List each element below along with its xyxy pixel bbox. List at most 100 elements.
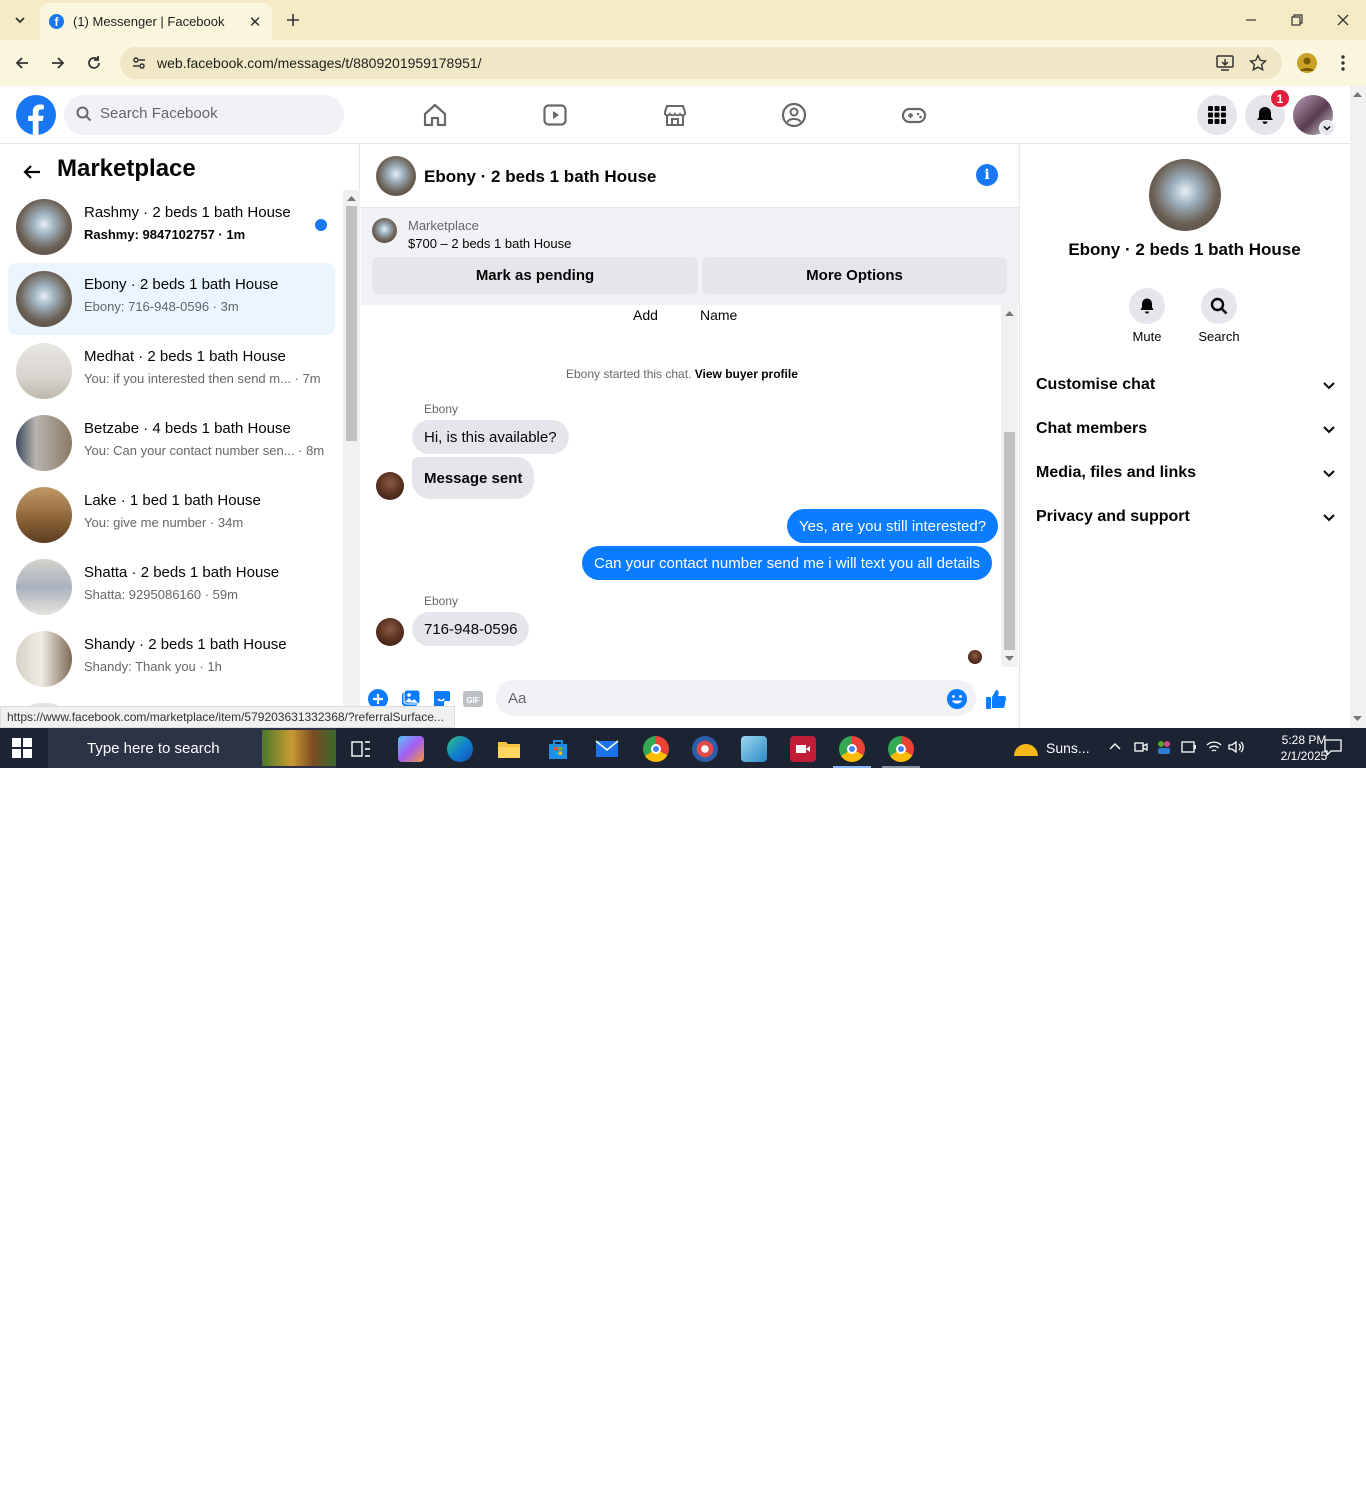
notepad-icon[interactable] bbox=[741, 736, 767, 762]
media-files-links-section[interactable]: Media, files and links bbox=[1036, 458, 1336, 488]
customise-chat-section[interactable]: Customise chat bbox=[1036, 370, 1336, 400]
scroll-up-arrow-icon[interactable] bbox=[1353, 91, 1362, 97]
bell-icon bbox=[1140, 298, 1154, 314]
scroll-up-arrow-icon[interactable] bbox=[1005, 310, 1014, 316]
scrollbar-thumb[interactable] bbox=[346, 206, 357, 441]
video-recorder-icon[interactable] bbox=[790, 736, 816, 762]
listing-thumbnail bbox=[16, 199, 72, 255]
view-buyer-profile-link[interactable]: View buyer profile bbox=[695, 367, 798, 381]
section-label: Customise chat bbox=[1036, 376, 1156, 393]
install-app-icon[interactable] bbox=[1216, 54, 1234, 72]
search-highlight-icon[interactable] bbox=[262, 730, 336, 766]
video-icon bbox=[543, 104, 567, 126]
nav-gaming-button[interactable] bbox=[899, 100, 929, 130]
facebook-logo-icon[interactable] bbox=[16, 95, 56, 135]
people-icon[interactable] bbox=[1156, 739, 1172, 755]
browser-tab[interactable]: f (1) Messenger | Facebook ✕ bbox=[40, 3, 272, 40]
nav-video-button[interactable] bbox=[540, 100, 570, 130]
scroll-down-arrow-icon[interactable] bbox=[1353, 716, 1362, 722]
conversation-item[interactable]: Rashmy · 2 beds 1 bath House Rashmy: 984… bbox=[8, 191, 335, 263]
site-info-icon[interactable] bbox=[131, 55, 147, 71]
weather-text[interactable]: Suns... bbox=[1046, 740, 1090, 756]
notification-center-icon[interactable] bbox=[1324, 738, 1342, 756]
chat-info-avatar[interactable] bbox=[1149, 159, 1221, 231]
conversation-item[interactable]: Shatta · 2 beds 1 bath House Shatta: 929… bbox=[8, 551, 335, 623]
volume-icon[interactable] bbox=[1228, 739, 1244, 755]
scroll-down-arrow-icon[interactable] bbox=[1005, 656, 1014, 662]
chevron-down-icon[interactable] bbox=[1319, 120, 1335, 136]
listing-price[interactable]: $700 – 2 beds 1 bath House bbox=[408, 236, 571, 251]
more-options-button[interactable]: More Options bbox=[702, 257, 1007, 294]
scrollbar-thumb[interactable] bbox=[1004, 432, 1015, 650]
sender-avatar[interactable] bbox=[376, 618, 404, 646]
minimize-button[interactable] bbox=[1228, 0, 1274, 40]
microsoft-store-icon[interactable] bbox=[545, 736, 571, 762]
plus-icon bbox=[287, 14, 299, 26]
sender-name: Ebony bbox=[424, 402, 459, 416]
message-bubble-incoming[interactable]: Hi, is this available? bbox=[412, 420, 569, 454]
weather-sun-icon[interactable] bbox=[1012, 736, 1040, 758]
mute-button[interactable] bbox=[1129, 288, 1165, 324]
task-view-icon[interactable] bbox=[348, 736, 374, 762]
name-label[interactable]: Name bbox=[700, 307, 737, 323]
search-in-conversation-button[interactable] bbox=[1201, 288, 1237, 324]
chrome-menu-icon[interactable] bbox=[1334, 54, 1352, 72]
add-label[interactable]: Add bbox=[633, 307, 658, 323]
windows-start-icon[interactable] bbox=[12, 738, 32, 758]
copilot-icon[interactable] bbox=[398, 736, 424, 762]
conversation-item[interactable]: Medhat · 2 beds 1 bath House You: if you… bbox=[8, 335, 335, 407]
sender-avatar[interactable] bbox=[376, 472, 404, 500]
battery-icon[interactable] bbox=[1181, 741, 1197, 753]
conversation-item[interactable]: Shandy · 2 beds 1 bath House Shandy: Tha… bbox=[8, 623, 335, 695]
message-bubble-incoming[interactable]: Message sent bbox=[412, 457, 535, 499]
url-text[interactable]: web.facebook.com/messages/t/880920195917… bbox=[157, 55, 482, 71]
menu-button[interactable] bbox=[1197, 95, 1237, 135]
message-bubble-incoming[interactable]: 716-948-0596 bbox=[412, 612, 530, 646]
chrome-icon[interactable] bbox=[643, 736, 669, 762]
conversation-item[interactable]: Lake · 1 bed 1 bath House You: give me n… bbox=[8, 479, 335, 551]
conversation-item-selected[interactable]: Ebony · 2 beds 1 bath House Ebony: 716-9… bbox=[8, 263, 335, 335]
chat-members-section[interactable]: Chat members bbox=[1036, 414, 1336, 444]
tab-search-button[interactable] bbox=[8, 8, 32, 32]
close-tab-icon[interactable]: ✕ bbox=[246, 13, 264, 31]
scroll-up-arrow-icon[interactable] bbox=[347, 195, 356, 201]
chevron-up-icon[interactable] bbox=[1108, 740, 1122, 754]
gif-icon[interactable]: GIF bbox=[462, 688, 484, 710]
reload-button[interactable] bbox=[81, 50, 107, 76]
restore-button[interactable] bbox=[1274, 0, 1320, 40]
new-tab-button[interactable] bbox=[282, 9, 304, 31]
nav-marketplace-button[interactable] bbox=[660, 100, 690, 130]
mail-icon[interactable] bbox=[594, 736, 620, 762]
forward-button[interactable] bbox=[45, 50, 71, 76]
chrome-icon[interactable] bbox=[888, 736, 914, 762]
message-bubble-outgoing[interactable]: Can your contact number send me i will t… bbox=[582, 546, 993, 580]
page-scrollbar[interactable] bbox=[1350, 86, 1366, 728]
taskbar-search-text: Type here to search bbox=[87, 739, 220, 757]
marketplace-icon bbox=[664, 105, 686, 126]
app-icon[interactable] bbox=[692, 736, 718, 762]
conversation-snippet: You: Can your contact number sen... · 8m bbox=[84, 443, 325, 458]
chat-avatar[interactable] bbox=[376, 156, 416, 196]
thumbs-up-icon[interactable] bbox=[985, 688, 1007, 710]
file-explorer-icon[interactable] bbox=[496, 736, 522, 762]
chrome-profile-icon[interactable] bbox=[1297, 53, 1317, 73]
nav-groups-button[interactable] bbox=[779, 100, 809, 130]
edge-icon[interactable] bbox=[447, 736, 473, 762]
chrome-icon[interactable] bbox=[839, 736, 865, 762]
conversation-item[interactable]: Betzabe · 4 beds 1 bath House You: Can y… bbox=[8, 407, 335, 479]
bookmark-star-icon[interactable] bbox=[1249, 54, 1267, 72]
chat-title[interactable]: Ebony · 2 beds 1 bath House bbox=[424, 167, 656, 187]
listing-thumbnail[interactable] bbox=[372, 218, 397, 243]
nav-home-button[interactable] bbox=[420, 100, 450, 130]
wifi-icon[interactable] bbox=[1206, 739, 1222, 755]
message-input[interactable] bbox=[496, 680, 976, 716]
privacy-support-section[interactable]: Privacy and support bbox=[1036, 502, 1336, 532]
info-icon[interactable]: i bbox=[976, 164, 998, 186]
message-bubble-outgoing[interactable]: Yes, are you still interested? bbox=[787, 509, 999, 543]
mark-as-pending-button[interactable]: Mark as pending bbox=[372, 257, 698, 294]
back-button[interactable] bbox=[9, 50, 35, 76]
close-window-button[interactable] bbox=[1320, 0, 1366, 40]
back-arrow-icon[interactable] bbox=[20, 160, 44, 184]
meet-now-icon[interactable] bbox=[1134, 740, 1148, 754]
emoji-icon[interactable] bbox=[946, 688, 968, 710]
